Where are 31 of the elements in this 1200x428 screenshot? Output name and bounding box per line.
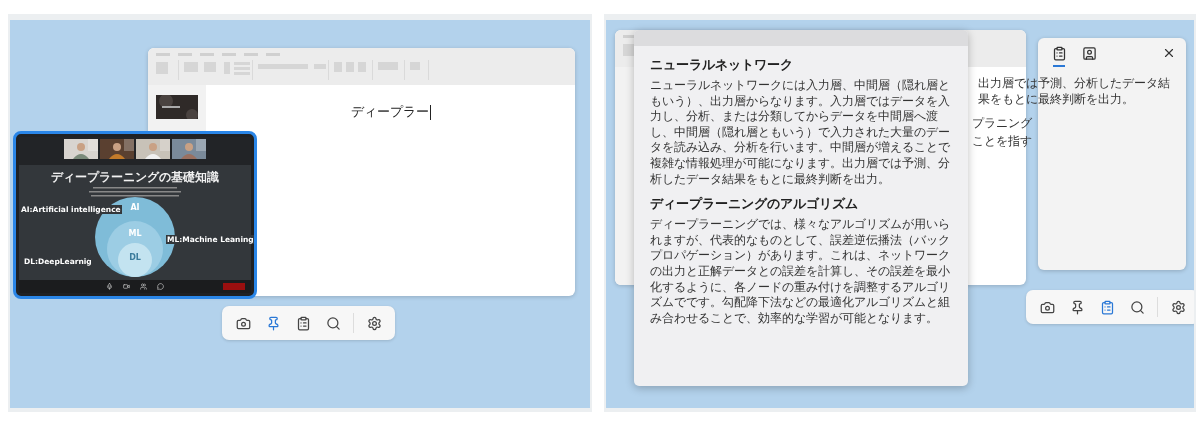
pin-icon [1069, 299, 1085, 315]
chat-icon[interactable] [157, 283, 164, 290]
pin-icon [265, 315, 281, 331]
text-cursor [429, 104, 431, 120]
article-heading: ディープラーニングのアルゴリズム [650, 195, 859, 214]
article-paragraph: ディープラーニングでは、様々なアルゴリズムが用いられますが、代表的なものとして、誤差逆伝播法（バックプロパゲーション）があります。これは、ネットワークの出力と正解データとの誤差を計算し、その誤差を最小化するように、各ノードの重み付けを調整するアルゴリズムでです。勾配降下法などの最適化アルゴリズムと組み合わせることで、効率的な学習が可能となります。 [650, 217, 951, 327]
mic-icon[interactable] [106, 283, 113, 290]
close-button[interactable] [1162, 46, 1176, 60]
camera-icon [235, 315, 251, 331]
participants-icon[interactable] [140, 283, 147, 290]
article-heading: ニューラルネットワーク [650, 56, 794, 74]
clipboard-icon [1051, 46, 1067, 61]
settings-icon [366, 315, 382, 331]
video-icon[interactable] [123, 283, 130, 290]
search-icon [1129, 299, 1145, 315]
circle-label: ML [128, 229, 142, 239]
clipboard-icon [1099, 299, 1115, 315]
document-text: ことを指す [972, 134, 1032, 150]
close-icon [1162, 46, 1176, 60]
article-paragraph: ニューラルネットワークには入力層、中間層（隠れ層ともいう）、出力層からなります。入力層ではデータを入力し、分析、または分類してからデータを中間層へ渡し、中間層（隠れ層ともいう）で入力された大量のデータを読み込み、分析を行います。中間層が増えることで複雑な情報処理が可能になります。出力層では予測、分析したデータ結果をもとに最終判断を出力。 [650, 78, 951, 188]
contact-card-icon [1081, 46, 1097, 61]
slide-title-text[interactable]: ディープラー [350, 103, 431, 121]
search-icon [325, 315, 341, 331]
slide-title: ディープラーニングの基礎知識 [51, 170, 219, 185]
circle-label: DL [129, 253, 141, 263]
document-text: プラニング [972, 116, 1032, 132]
clipboard-icon [295, 315, 311, 331]
camera-icon [1039, 299, 1055, 315]
circle-label: AI [130, 203, 140, 213]
settings-icon [1170, 299, 1186, 315]
document-text: 出力層では予測、分析したデータ結果をもとに最終判断を出力。 [978, 76, 1171, 108]
